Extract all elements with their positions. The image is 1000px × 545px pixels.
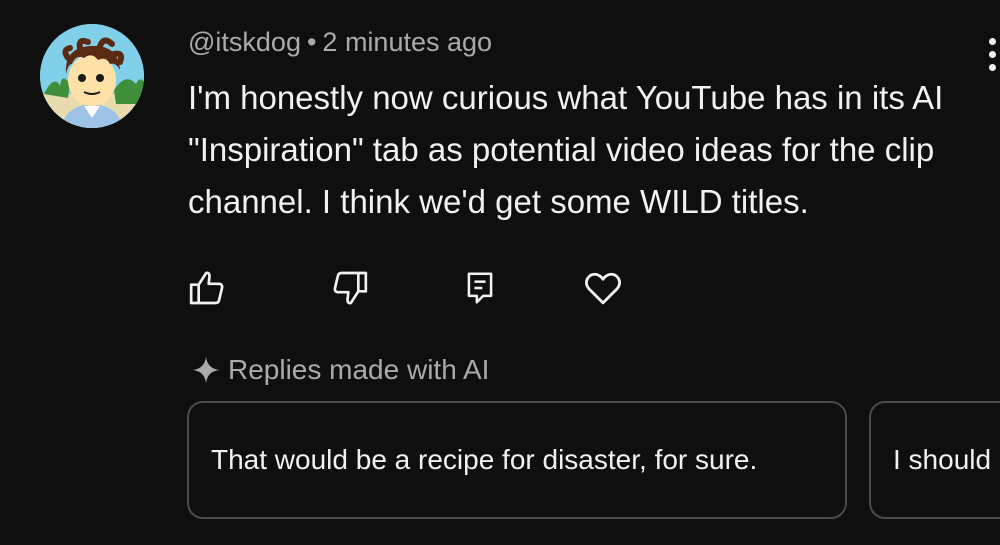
sparkle-icon xyxy=(192,356,220,384)
comment-text: I'm honestly now curious what YouTube ha… xyxy=(188,79,944,220)
meta-separator: • xyxy=(306,27,317,57)
ai-reply-suggestion-text: I should xyxy=(893,444,992,475)
like-button[interactable] xyxy=(185,266,229,310)
ai-reply-suggestion[interactable]: That would be a recipe for disaster, for… xyxy=(187,401,847,519)
comment-timestamp: 2 minutes ago xyxy=(322,27,493,57)
avatar-image xyxy=(40,24,144,128)
thumbs-down-icon xyxy=(333,271,368,305)
ai-reply-suggestion-text: That would be a recipe for disaster, for… xyxy=(211,444,758,475)
ai-replies-label-text: Replies made with AI xyxy=(228,354,490,385)
ai-reply-suggestion[interactable]: I should xyxy=(869,401,1000,519)
comment-icon xyxy=(467,272,493,304)
avatar[interactable] xyxy=(40,24,144,128)
heart-icon xyxy=(585,272,621,305)
reply-button[interactable] xyxy=(458,266,502,310)
thumbs-up-icon xyxy=(189,271,224,305)
heart-button[interactable] xyxy=(581,266,625,310)
author-name[interactable]: @itskdog xyxy=(188,27,301,57)
ai-replies-label: Replies made with AI xyxy=(190,350,489,390)
dislike-button[interactable] xyxy=(328,266,372,310)
more-options-icon[interactable] xyxy=(986,38,1000,72)
comment-meta: @itskdog • 2 minutes ago xyxy=(188,27,492,58)
